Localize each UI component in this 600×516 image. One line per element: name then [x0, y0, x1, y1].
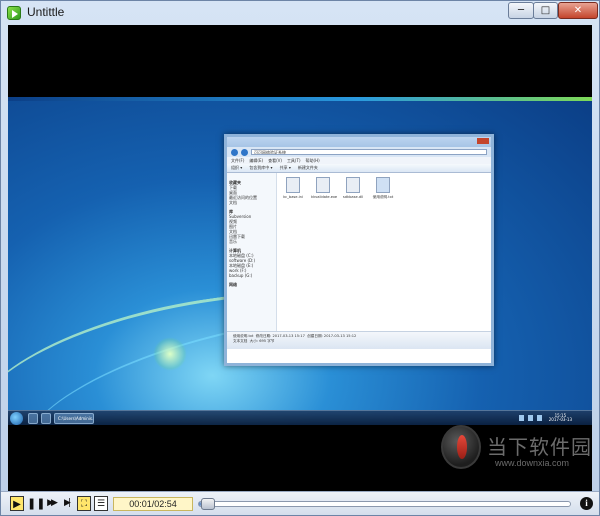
file-icon	[376, 177, 390, 193]
title-bar[interactable]: Untittle ─ □ ✕	[1, 1, 599, 25]
watermark-url: www.downxia.com	[495, 458, 570, 468]
close-button[interactable]: ✕	[558, 2, 598, 19]
file-item: kkvalidate.exe	[311, 177, 338, 199]
explorer-menu-item: 帮助(H)	[305, 157, 320, 163]
tray-network-icon	[519, 415, 524, 421]
status-file-type: 文本文档	[233, 339, 248, 343]
explorer-window: 可可网络验证系统 文件(F) 编辑(E) 查看(V) 工具(T) 帮助(H) 组织 ▾ 包…	[224, 134, 494, 366]
fullscreen-button[interactable]: ⛶	[77, 496, 91, 511]
file-item: 使用说明.txt	[371, 177, 395, 200]
explorer-menu-item: 编辑(E)	[249, 157, 264, 163]
explorer-menu-item: 文件(F)	[231, 157, 245, 163]
explorer-address-bar: 可可网络验证系统	[251, 149, 487, 155]
nav-item: 音乐	[229, 239, 237, 244]
nav-item: 文档	[229, 200, 237, 205]
info-button[interactable]: i	[580, 497, 593, 510]
file-item: kc_base.ini	[281, 177, 305, 199]
explorer-body: 收藏夹 下载 桌面 最近访问的位置 文档库 Subversion 视频 图片 文档 迅雷下载 音乐计…	[227, 173, 491, 349]
explorer-menu-item: 工具(T)	[286, 157, 301, 163]
pause-button[interactable]: ❚❚	[27, 496, 45, 511]
taskbar-ie-icon	[28, 413, 38, 424]
file-icon	[316, 177, 330, 193]
seek-bar[interactable]	[198, 498, 571, 510]
nav-item: backup (G:)	[229, 273, 253, 278]
explorer-nav-pane: 收藏夹 下载 桌面 最近访问的位置 文档库 Subversion 视频 图片 文档 迅雷下载 音乐计…	[227, 173, 277, 349]
player-controls: ▶ ❚❚ ▶▶ ▶| ⛶ ☰ 00:01/02:54 i	[1, 491, 599, 515]
status-file-size: 大小: 695 字节	[249, 339, 275, 343]
fast-forward-button[interactable]: ▶▶	[44, 496, 58, 511]
watermark-text: 当下软件园	[487, 435, 592, 459]
status-modified: 修改日期: 2017-03-13 15:17	[255, 334, 305, 338]
watermark-logo-icon	[441, 425, 481, 469]
video-frame-desktop: 可可网络验证系统 文件(F) 编辑(E) 查看(V) 工具(T) 帮助(H) 组织 ▾ 包…	[8, 97, 592, 425]
file-name: kkvalidate.exe	[311, 195, 338, 199]
back-icon	[231, 148, 238, 156]
explorer-toolbar-item: 共享 ▾	[279, 165, 291, 170]
video-area[interactable]: 可可网络验证系统 文件(F) 编辑(E) 查看(V) 工具(T) 帮助(H) 组织 ▾ 包…	[8, 25, 592, 491]
forward-icon	[241, 148, 248, 156]
app-play-icon	[7, 6, 21, 20]
explorer-toolbar: 组织 ▾ 包含到库中 ▾ 共享 ▾ 新建文件夹	[227, 164, 491, 173]
tray-flag-icon	[537, 415, 542, 421]
file-icon	[346, 177, 360, 193]
explorer-toolbar-item: 包含到库中 ▾	[249, 165, 273, 170]
player-window: Untittle ─ □ ✕ 可可网络验证系统 文件(F) 编辑(E) 查看(V) 工…	[0, 0, 600, 516]
status-file-name: 使用说明.txt	[233, 334, 254, 338]
start-orb-icon	[10, 412, 23, 425]
explorer-toolbar-item: 新建文件夹	[297, 165, 318, 170]
playlist-button[interactable]: ☰	[94, 496, 108, 511]
explorer-address-row: 可可网络验证系统	[227, 147, 491, 157]
tray-volume-icon	[528, 415, 533, 421]
file-name: 使用说明.txt	[372, 195, 394, 199]
skip-end-button[interactable]: ▶|	[59, 496, 73, 511]
explorer-title-bar	[227, 137, 491, 147]
play-button[interactable]: ▶	[10, 496, 24, 511]
window-title: Untittle	[27, 5, 65, 19]
top-color-band	[8, 97, 592, 101]
watermark: 当下软件园 www.downxia.com	[431, 423, 591, 473]
taskbar-explorer-icon	[41, 413, 51, 424]
nav-group-header: 网络	[229, 282, 237, 287]
explorer-menu-bar: 文件(F) 编辑(E) 查看(V) 工具(T) 帮助(H)	[227, 157, 491, 164]
file-icon	[286, 177, 300, 193]
time-display: 00:01/02:54	[113, 497, 193, 511]
file-item: sdkbase.dll	[341, 177, 365, 199]
taskbar-clock: 15:15 2017-03-13	[549, 414, 572, 422]
tray-icons	[519, 415, 542, 421]
minimize-button[interactable]: ─	[508, 2, 534, 19]
explorer-menu-item: 查看(V)	[268, 157, 282, 163]
file-name: sdkbase.dll	[342, 195, 364, 199]
explorer-close-icon	[477, 138, 489, 144]
explorer-details-pane: 使用说明.txt 修改日期: 2017-03-13 15:17 创建日期: 20…	[227, 331, 491, 349]
explorer-file-list: kc_base.ini kkvalidate.exe sdkbase.dll 使用说明…	[281, 177, 489, 237]
maximize-button[interactable]: □	[533, 2, 558, 19]
taskbar-window-button: C:\Users\Adminis...	[54, 413, 94, 424]
explorer-toolbar-item: 组织 ▾	[231, 165, 243, 170]
seek-handle[interactable]	[201, 498, 216, 510]
wallpaper-glow	[153, 337, 187, 371]
clock-date: 2017-03-13	[548, 417, 572, 422]
file-name: kc_base.ini	[283, 195, 303, 199]
status-created: 创建日期: 2017-03-13 15:12	[307, 334, 357, 338]
